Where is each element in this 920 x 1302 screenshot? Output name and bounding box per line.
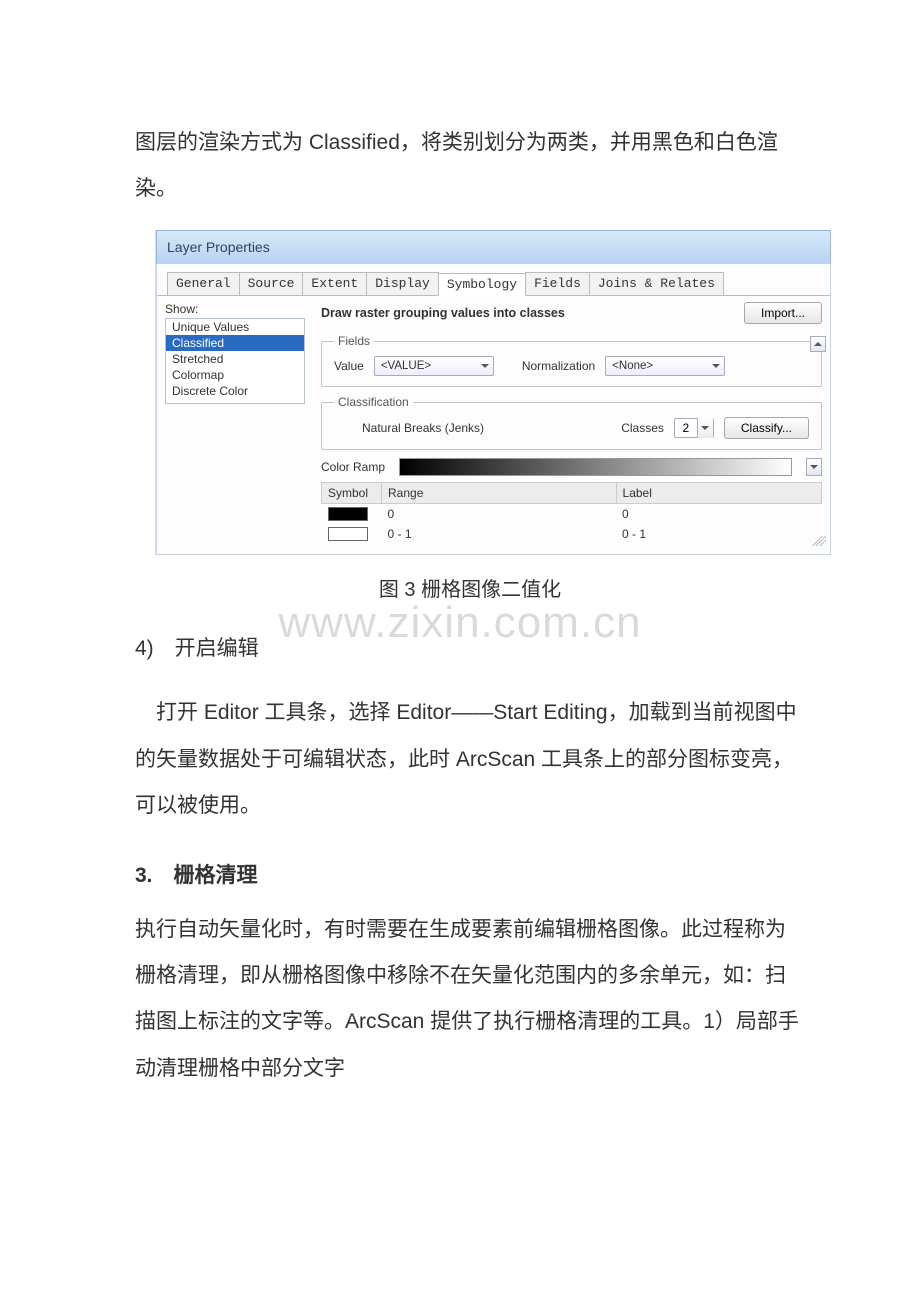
- tab-general[interactable]: General: [167, 272, 240, 295]
- color-ramp-dropdown[interactable]: [806, 458, 822, 476]
- resize-grip-icon[interactable]: [812, 536, 826, 546]
- layer-properties-dialog: Layer Properties General Source Extent D…: [155, 230, 831, 555]
- step4-heading: 4) 开启编辑: [135, 628, 805, 670]
- class-table: Symbol Range Label 0 0: [321, 482, 822, 544]
- chevron-down-icon: [712, 364, 720, 368]
- color-ramp-preview[interactable]: [399, 458, 792, 476]
- table-row[interactable]: 0 - 1 0 - 1: [322, 524, 822, 544]
- symbol-swatch-black[interactable]: [328, 507, 368, 521]
- section-3-paragraph: 执行自动矢量化时，有时需要在生成要素前编辑栅格图像。此过程称为栅格清理，即从栅格…: [135, 907, 805, 1092]
- scroll-up-button[interactable]: [810, 336, 826, 352]
- dialog-title: Layer Properties: [156, 230, 831, 264]
- show-listbox[interactable]: Unique Values Classified Stretched Color…: [165, 318, 305, 404]
- tab-fields[interactable]: Fields: [525, 272, 590, 295]
- tab-joins-relates[interactable]: Joins & Relates: [589, 272, 724, 295]
- tab-extent[interactable]: Extent: [302, 272, 367, 295]
- show-item-discrete-color[interactable]: Discrete Color: [166, 383, 304, 399]
- figure-caption: 图 3 栅格图像二值化: [135, 573, 805, 602]
- fields-legend: Fields: [334, 334, 374, 348]
- symbol-swatch-white[interactable]: [328, 527, 368, 541]
- panel-subtitle: Draw raster grouping values into classes: [321, 306, 565, 320]
- value-dropdown[interactable]: <VALUE>: [374, 356, 494, 376]
- step4-paragraph: 打开 Editor 工具条，选择 Editor——Start Editing，加…: [135, 690, 805, 829]
- classes-spinner[interactable]: [674, 418, 714, 438]
- cell-range: 0: [382, 504, 617, 525]
- classification-method: Natural Breaks (Jenks): [362, 421, 484, 435]
- classification-legend: Classification: [334, 395, 413, 409]
- chevron-down-icon: [481, 364, 489, 368]
- cell-label: 0: [616, 504, 821, 525]
- tab-source[interactable]: Source: [239, 272, 304, 295]
- fields-fieldset: Fields Value <VALUE> Normalization <None…: [321, 334, 822, 387]
- section-3-heading: 3. 栅格清理: [135, 859, 805, 889]
- classes-input[interactable]: [675, 421, 697, 435]
- value-label: Value: [334, 359, 364, 373]
- tab-display[interactable]: Display: [366, 272, 439, 295]
- show-item-classified[interactable]: Classified: [166, 335, 304, 351]
- color-ramp-label: Color Ramp: [321, 460, 385, 474]
- import-button[interactable]: Import...: [744, 302, 822, 324]
- tab-symbology[interactable]: Symbology: [438, 273, 526, 296]
- table-row[interactable]: 0 0: [322, 504, 822, 525]
- classes-label: Classes: [621, 421, 664, 435]
- value-dropdown-text: <VALUE>: [381, 360, 431, 372]
- show-item-stretched[interactable]: Stretched: [166, 351, 304, 367]
- normalization-dropdown-text: <None>: [612, 360, 653, 372]
- col-header-symbol[interactable]: Symbol: [322, 483, 382, 504]
- classify-button[interactable]: Classify...: [724, 417, 809, 439]
- col-header-label[interactable]: Label: [616, 483, 821, 504]
- dialog-tabs: General Source Extent Display Symbology …: [157, 272, 830, 296]
- show-label: Show:: [165, 302, 305, 316]
- show-item-unique-values[interactable]: Unique Values: [166, 319, 304, 335]
- cell-label: 0 - 1: [616, 524, 821, 544]
- intro-paragraph: 图层的渲染方式为 Classified，将类别划分为两类，并用黑色和白色渲染。: [135, 120, 805, 212]
- normalization-dropdown[interactable]: <None>: [605, 356, 725, 376]
- col-header-range[interactable]: Range: [382, 483, 617, 504]
- cell-range: 0 - 1: [382, 524, 617, 544]
- normalization-label: Normalization: [522, 359, 595, 373]
- show-item-colormap[interactable]: Colormap: [166, 367, 304, 383]
- chevron-down-icon[interactable]: [697, 418, 713, 438]
- classification-fieldset: Classification Natural Breaks (Jenks) Cl…: [321, 395, 822, 450]
